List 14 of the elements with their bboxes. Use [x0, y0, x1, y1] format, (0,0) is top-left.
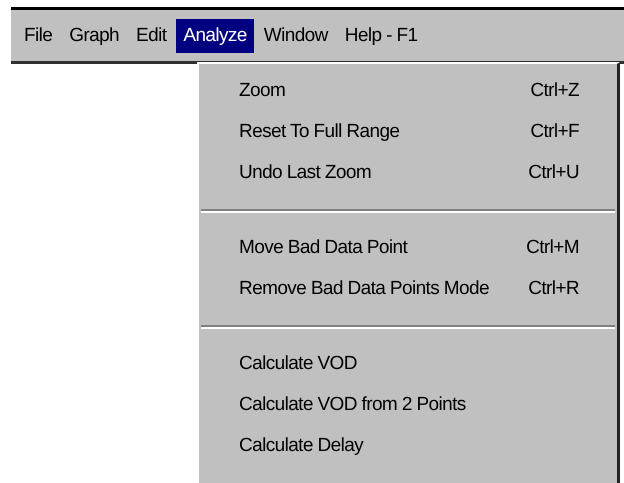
menu-item[interactable]: Calculate VOD — [201, 343, 615, 384]
menu-item[interactable]: Zoom Ctrl+Z — [201, 70, 615, 111]
menu-item[interactable]: Reset To Full Range Ctrl+F — [201, 111, 615, 152]
menu-item[interactable]: Undo Last Zoom Ctrl+U — [201, 152, 615, 193]
menu-bar-item[interactable]: Graph — [62, 18, 126, 52]
menu-bar-item[interactable]: Analyze — [176, 18, 254, 52]
menu-item[interactable]: Calculate Delay — [201, 425, 615, 466]
menu-item[interactable]: Move Bad Data Point Ctrl+M — [201, 227, 615, 268]
menu-bar-item[interactable]: Edit — [129, 18, 174, 52]
menu-item[interactable]: Calculate VOD from 2 Points — [201, 384, 615, 425]
menu-bar-item[interactable]: Help - F1 — [338, 18, 424, 52]
menu-item[interactable]: Remove Bad Data Points Mode Ctrl+R — [201, 268, 615, 309]
menu-bar-item[interactable]: File — [17, 18, 60, 52]
menu-bar-item[interactable]: Window — [256, 18, 335, 52]
